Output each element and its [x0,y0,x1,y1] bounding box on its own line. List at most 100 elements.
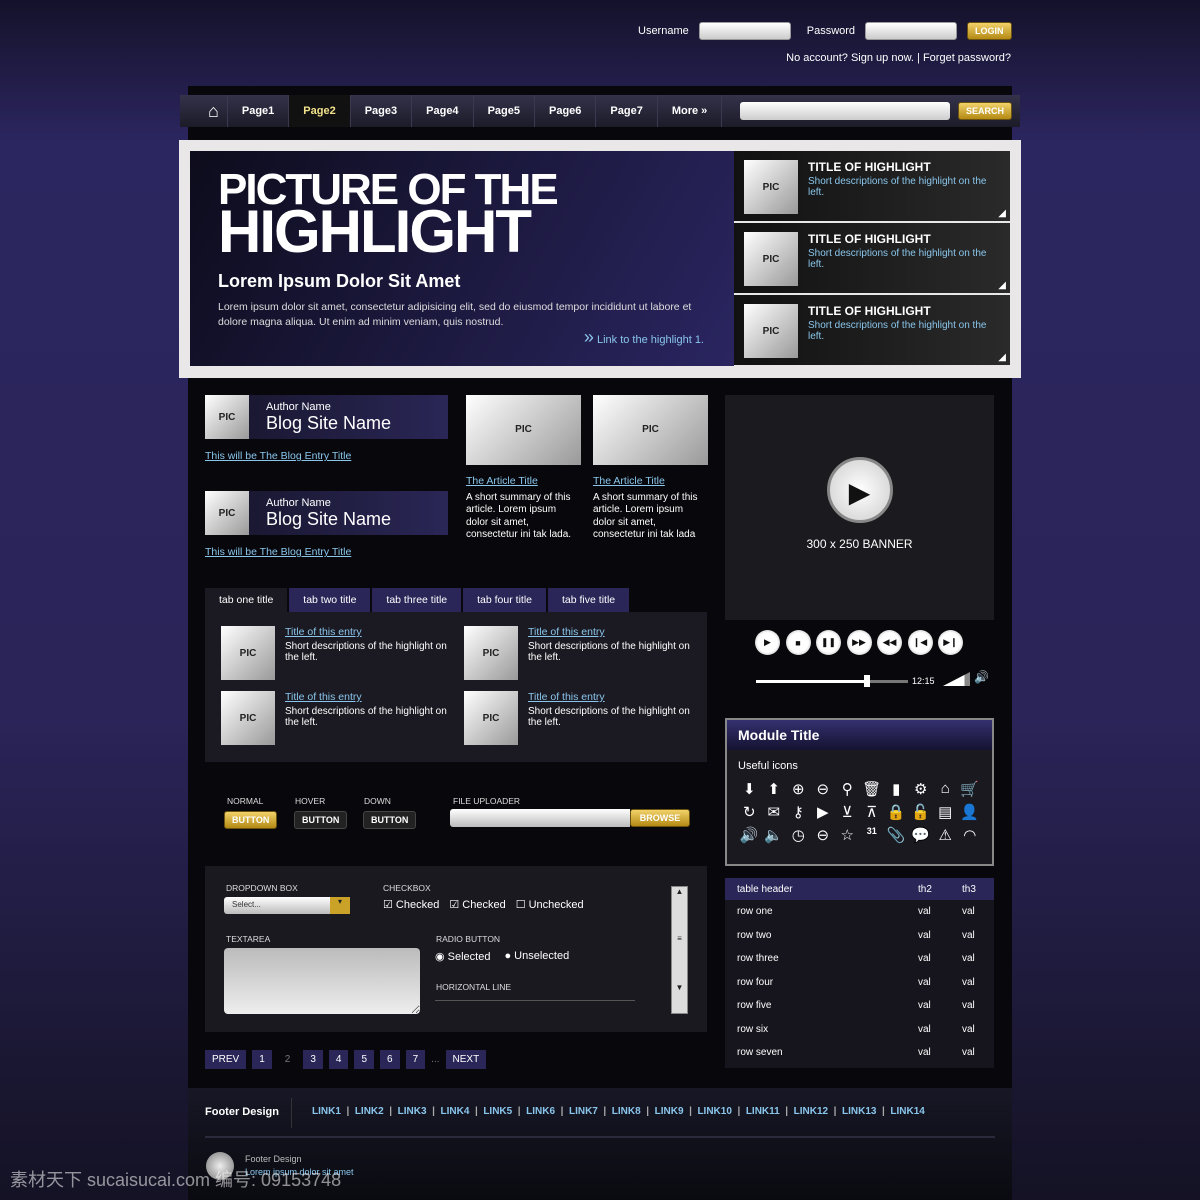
nav-home[interactable]: ⌂ [200,95,228,127]
down-button[interactable]: BUTTON [363,811,417,829]
footer-link-4[interactable]: LINK4 [440,1106,469,1117]
checkbox-checked-1[interactable]: ☑ Checked [383,898,439,911]
seek-bar[interactable] [756,675,908,687]
nav-item-page5[interactable]: Page5 [474,95,535,127]
tab-2[interactable]: tab two title [289,588,371,612]
nav-item-page7[interactable]: Page7 [596,95,658,127]
speech-bubble-icon[interactable]: 💬 [909,826,934,844]
search-icon[interactable]: ⚲ [835,780,860,798]
entry-title-link[interactable]: Title of this entry [528,626,704,638]
file-input[interactable] [450,809,630,827]
signup-link[interactable]: No account? Sign up now. [786,52,914,64]
page-1[interactable]: 1 [252,1050,272,1069]
footer-link-12[interactable]: LINK12 [794,1106,828,1117]
forgot-password-link[interactable]: Forget password? [923,52,1011,64]
article-title-link[interactable]: The Article Title [593,475,708,488]
entry-title-link[interactable]: Title of this entry [285,626,461,638]
mail-icon[interactable]: ✉ [762,803,787,821]
radio-unselected[interactable]: ● Unselected [504,950,569,963]
footer-link-10[interactable]: LINK10 [697,1106,731,1117]
radio-selected[interactable]: ◉ Selected [435,950,490,963]
next-button[interactable]: NEXT [445,1050,487,1069]
normal-button[interactable]: BUTTON [224,811,278,829]
nav-item-page6[interactable]: Page6 [535,95,597,127]
rewind-button[interactable]: ◀◀ [877,630,902,655]
footer-link-14[interactable]: LINK14 [890,1106,924,1117]
tab-5[interactable]: tab five title [548,588,630,612]
footer-link-11[interactable]: LINK11 [746,1106,780,1117]
nav-item-page4[interactable]: Page4 [412,95,474,127]
chevron-down-box-icon[interactable]: ⊻ [835,803,860,821]
footer-link-2[interactable]: LINK2 [355,1106,384,1117]
user-icon[interactable]: 👤 [958,803,983,821]
chevron-up-box-icon[interactable]: ⊼ [860,803,885,821]
page-2[interactable]: 2 [278,1050,298,1069]
highlight-item[interactable]: PIC TITLE OF HIGHLIGHT Short descriptions … [734,223,1010,293]
paperclip-icon[interactable]: 📎 [884,826,909,844]
footer-link-9[interactable]: LINK9 [655,1106,684,1117]
highlight-item[interactable]: PIC TITLE OF HIGHLIGHT Short descriptions … [734,295,1010,365]
zoom-out-icon[interactable]: ⊖ [811,780,836,798]
key-icon[interactable]: ⚷ [786,803,811,821]
blog-entry-link[interactable]: This will be The Blog Entry Title [205,450,351,462]
arrow-up-icon[interactable]: ⬆ [762,780,787,798]
nav-item-page1[interactable]: Page1 [228,95,290,127]
play-circle-icon[interactable]: ▶ [811,803,836,821]
warning-icon[interactable]: ⚠ [933,826,958,844]
volume-icon[interactable]: 🔊 [737,826,762,844]
calendar-icon[interactable]: 31 [860,826,885,844]
footer-link-6[interactable]: LINK6 [526,1106,555,1117]
article-title-link[interactable]: The Article Title [466,475,581,488]
fast-forward-button[interactable]: ▶▶ [846,630,872,655]
pause-button[interactable]: ❚❚ [816,630,841,655]
prev-button[interactable]: PREV [205,1050,247,1069]
nav-item-page2[interactable]: Page2 [289,95,351,127]
page-4[interactable]: 4 [328,1050,349,1069]
article-pic[interactable]: PIC [593,395,708,465]
skip-back-button[interactable]: ❙◀ [907,630,933,655]
cart-icon[interactable]: 🛒 [958,780,983,798]
footer-link-1[interactable]: LINK1 [312,1106,341,1117]
arrow-down-icon[interactable]: ⬇ [737,780,762,798]
lock-icon[interactable]: 🔒 [884,803,909,821]
gear-icon[interactable]: ⚙ [909,780,934,798]
page-5[interactable]: 5 [354,1050,375,1069]
browse-button[interactable]: BROWSE [630,809,690,827]
blog-entry-link[interactable]: This will be The Blog Entry Title [205,546,351,558]
bar-chart-icon[interactable]: ▮ [884,780,909,798]
play-icon[interactable]: ▶ [826,457,893,523]
checkbox-checked-2[interactable]: ☑ Checked [449,898,505,911]
home-icon[interactable]: ⌂ [933,780,958,798]
unlock-icon[interactable]: 🔓 [909,803,934,821]
nav-more[interactable]: More » [658,95,723,127]
footer-link-8[interactable]: LINK8 [612,1106,641,1117]
search-button[interactable]: SEARCH [958,102,1013,120]
hero-link[interactable]: » Link to the highlight 1. [584,327,704,348]
footer-link-5[interactable]: LINK5 [483,1106,512,1117]
highlight-item[interactable]: PIC TITLE OF HIGHLIGHT Short descriptions … [734,151,1010,221]
play-button[interactable]: ▶ [755,630,780,655]
zoom-in-icon[interactable]: ⊕ [786,780,811,798]
password-input[interactable] [865,22,958,40]
mute-icon[interactable]: 🔈 [762,826,787,844]
page-7[interactable]: 7 [405,1050,426,1069]
entry-title-link[interactable]: Title of this entry [528,691,704,703]
clock-icon[interactable]: ◷ [786,826,811,844]
star-icon[interactable]: ☆ [835,826,860,844]
tab-3[interactable]: tab three title [372,588,462,612]
footer-link-7[interactable]: LINK7 [569,1106,598,1117]
refresh-icon[interactable]: ↻ [737,803,762,821]
hover-button[interactable]: BUTTON [294,811,348,829]
minus-circle-icon[interactable]: ⊖ [811,826,836,844]
tab-1[interactable]: tab one title [205,588,288,612]
rss-icon[interactable]: ◠ [958,826,983,844]
trash-icon[interactable]: 🗑 [860,780,885,798]
document-icon[interactable]: ▤ [933,803,958,821]
search-input[interactable] [740,102,950,120]
checkbox-unchecked[interactable]: ☐ Unchecked [516,898,584,911]
page-6[interactable]: 6 [380,1050,400,1069]
skip-forward-button[interactable]: ▶❙ [938,630,963,655]
stop-button[interactable]: ■ [785,630,811,655]
login-button[interactable]: LOGIN [967,22,1012,40]
article-pic[interactable]: PIC [466,395,581,465]
